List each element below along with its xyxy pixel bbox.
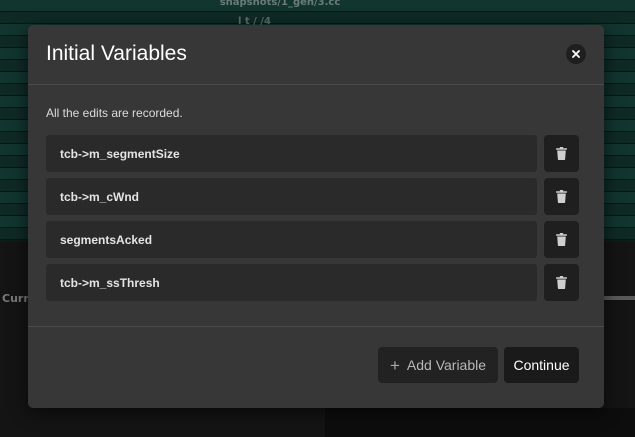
variable-field[interactable]: tcb->m_cWnd <box>46 178 537 215</box>
modal-footer: + Add Variable Continue <box>28 326 604 408</box>
modal-body: All the edits are recorded. tcb->m_segme… <box>28 86 604 326</box>
variable-row: segmentsAcked <box>46 221 579 258</box>
variable-field[interactable]: tcb->m_ssThresh <box>46 264 537 301</box>
initial-variables-modal: Initial Variables All the edits are reco… <box>28 25 604 408</box>
background-divider <box>604 296 635 300</box>
plus-icon: + <box>389 355 400 375</box>
close-button[interactable] <box>566 44 586 64</box>
variable-field[interactable]: tcb->m_segmentSize <box>46 135 537 172</box>
trash-icon <box>556 276 567 289</box>
trash-icon <box>556 147 567 160</box>
info-text: All the edits are recorded. <box>46 106 183 120</box>
continue-button[interactable]: Continue <box>504 347 579 383</box>
add-variable-button[interactable]: + Add Variable <box>378 347 498 383</box>
variable-row: tcb->m_ssThresh <box>46 264 579 301</box>
variable-field[interactable]: segmentsAcked <box>46 221 537 258</box>
background-file-label: snapshots/1_gen/3.cc <box>219 0 341 8</box>
trash-icon <box>556 190 567 203</box>
delete-variable-button[interactable] <box>544 135 579 172</box>
delete-variable-button[interactable] <box>544 221 579 258</box>
background-current-label: Curr <box>2 292 29 305</box>
delete-variable-button[interactable] <box>544 264 579 301</box>
add-variable-label: Add Variable <box>406 357 487 373</box>
trash-icon <box>556 233 567 246</box>
modal-title: Initial Variables <box>46 42 187 65</box>
delete-variable-button[interactable] <box>544 178 579 215</box>
continue-label: Continue <box>513 357 570 373</box>
modal-header: Initial Variables <box>28 25 604 85</box>
close-icon <box>572 50 580 58</box>
variable-row: tcb->m_cWnd <box>46 178 579 215</box>
background-lower-right-panel <box>325 408 635 437</box>
variable-row: tcb->m_segmentSize <box>46 135 579 172</box>
